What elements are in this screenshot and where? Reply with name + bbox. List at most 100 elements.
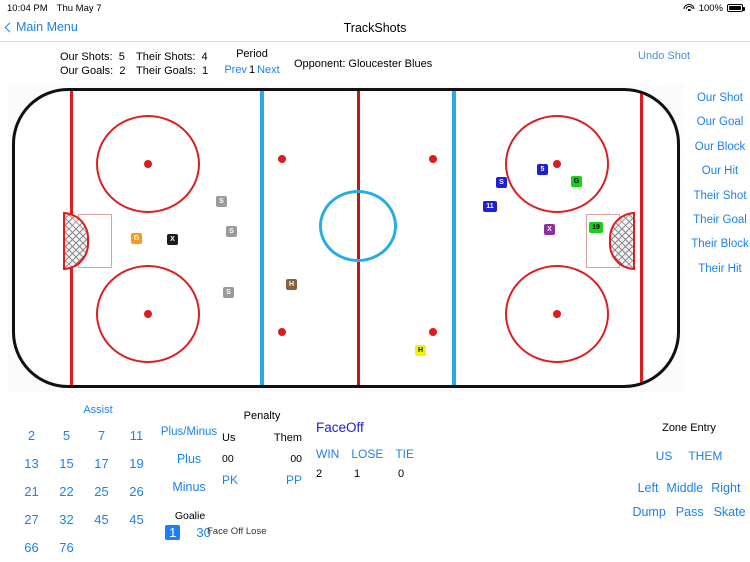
penalty-values: 00 00	[222, 453, 302, 465]
rink-marker-11-10[interactable]: 11	[483, 201, 497, 212]
our-shots-line: Our Shots: 5	[60, 50, 125, 64]
player-number-21[interactable]: 21	[14, 478, 49, 506]
blue-line-right	[452, 91, 456, 385]
status-date: Thu May 7	[56, 2, 102, 14]
period-nav: Prev 1 Next	[222, 63, 282, 77]
player-number-25[interactable]: 25	[84, 478, 119, 506]
rink-marker-s-3[interactable]: S	[226, 226, 237, 237]
player-number-26[interactable]: 26	[119, 478, 154, 506]
period-prev-button[interactable]: Prev	[224, 64, 247, 76]
zone-entry-right-button[interactable]: Right	[711, 481, 740, 495]
penalty-group: Penalty Us Them 00 00 PK PP	[222, 410, 302, 487]
minus-button[interactable]: Minus	[160, 480, 218, 494]
their-shot-button[interactable]: Their Shot	[690, 190, 750, 202]
player-number-15[interactable]: 15	[49, 450, 84, 478]
player-number-45[interactable]: 45	[84, 506, 119, 534]
their-block-button[interactable]: Their Block	[690, 238, 750, 250]
player-number-76[interactable]: 76	[49, 534, 84, 562]
pp-button[interactable]: PP	[286, 473, 302, 487]
their-shots-line: Their Shots: 4	[136, 50, 208, 64]
rink-marker-g-9[interactable]: G	[571, 176, 582, 187]
faceoff-header[interactable]: FaceOff	[316, 420, 436, 435]
our-shots-value: 5	[118, 51, 125, 63]
player-number-32[interactable]: 32	[49, 506, 84, 534]
our-stats: Our Shots: 5 Our Goals: 2	[60, 50, 125, 78]
player-number-row: 21 22 25 26	[14, 478, 154, 506]
rink-marker-s-4[interactable]: S	[223, 287, 234, 298]
assist-header[interactable]: Assist	[80, 404, 116, 416]
faceoff-dot-left-bottom	[144, 310, 152, 318]
zone-entry-skate-button[interactable]: Skate	[714, 505, 746, 519]
faceoff-win-button[interactable]: WIN	[316, 447, 339, 461]
their-goals-value: 1	[202, 65, 209, 77]
rink-container: G X S S S H H S 5 G 11 X 19	[8, 84, 684, 392]
zone-entry-middle-button[interactable]: Middle	[666, 481, 703, 495]
our-block-button[interactable]: Our Block	[690, 141, 750, 153]
player-number-empty	[119, 534, 154, 562]
rink-marker-5-8[interactable]: 5	[537, 164, 548, 175]
zone-entry-left-button[interactable]: Left	[638, 481, 659, 495]
rink-marker-h-6[interactable]: H	[415, 345, 426, 356]
pk-button[interactable]: PK	[222, 473, 238, 487]
their-hit-button[interactable]: Their Hit	[690, 263, 750, 275]
player-number-row: 2 5 7 11	[14, 422, 154, 450]
bottom-panel: Assist 2 5 7 11 13 15 17 19 21 22 25 26 27 32 45 45 66 76…	[0, 398, 750, 562]
zone-entry-team-row: US THEM	[630, 449, 748, 463]
faceoff-tie-value: 0	[398, 468, 405, 480]
plus-minus-header[interactable]: Plus/Minus	[160, 426, 218, 438]
zone-entry-them-button[interactable]: THEM	[688, 449, 722, 463]
rink-marker-x-11[interactable]: X	[544, 224, 555, 235]
app-screen: 10:04 PM Thu May 7 100% Main Menu TrackS…	[0, 0, 750, 562]
battery-percent-label: 100%	[698, 2, 723, 14]
rink-marker-s-7[interactable]: S	[496, 177, 507, 188]
their-goals-label: Their Goals:	[136, 65, 196, 77]
penalty-team-labels: Us Them	[222, 432, 302, 444]
neutral-dot-left-bottom	[278, 328, 286, 336]
our-goal-button[interactable]: Our Goal	[690, 116, 750, 128]
player-number-7[interactable]: 7	[84, 422, 119, 450]
faceoff-values: 2 1 0	[316, 468, 436, 480]
zone-entry-lane-row: Left Middle Right	[630, 481, 748, 495]
faceoff-lose-button[interactable]: LOSE	[351, 447, 383, 461]
their-stats: Their Shots: 4 Their Goals: 1	[136, 50, 208, 78]
faceoff-buttons: WIN LOSE TIE	[316, 447, 436, 461]
zone-entry-us-button[interactable]: US	[656, 449, 673, 463]
neutral-dot-right-bottom	[429, 328, 437, 336]
zone-entry-dump-button[interactable]: Dump	[632, 505, 665, 519]
rink-marker-19-12[interactable]: 19	[589, 222, 603, 233]
player-number-17[interactable]: 17	[84, 450, 119, 478]
our-hit-button[interactable]: Our Hit	[690, 165, 750, 177]
penalty-them-value: 00	[290, 453, 302, 465]
zone-entry-pass-button[interactable]: Pass	[676, 505, 704, 519]
our-goals-line: Our Goals: 2	[60, 64, 125, 78]
player-number-19[interactable]: 19	[119, 450, 154, 478]
blue-line-left	[260, 91, 264, 385]
rink-marker-x-1[interactable]: X	[167, 234, 178, 245]
our-shots-label: Our Shots:	[60, 51, 113, 63]
face-off-lose-label[interactable]: Face Off Lose	[207, 526, 267, 537]
their-goal-button[interactable]: Their Goal	[690, 214, 750, 226]
rink-marker-s-2[interactable]: S	[216, 196, 227, 207]
faceoff-tie-button[interactable]: TIE	[395, 447, 414, 461]
plus-button[interactable]: Plus	[160, 452, 218, 466]
hockey-rink[interactable]: G X S S S H H S 5 G 11 X 19	[12, 88, 680, 388]
our-shot-button[interactable]: Our Shot	[690, 92, 750, 104]
undo-shot-button[interactable]: Undo Shot	[638, 50, 690, 62]
player-number-row: 66 76	[14, 534, 154, 562]
faceoff-dot-right-top	[553, 160, 561, 168]
rink-marker-g-0[interactable]: G	[131, 233, 142, 244]
player-number-13[interactable]: 13	[14, 450, 49, 478]
player-number-22[interactable]: 22	[49, 478, 84, 506]
player-number-66[interactable]: 66	[14, 534, 49, 562]
faceoff-dot-left-top	[144, 160, 152, 168]
player-number-27[interactable]: 27	[14, 506, 49, 534]
rink-marker-h-5[interactable]: H	[286, 279, 297, 290]
player-number-2[interactable]: 2	[14, 422, 49, 450]
period-next-button[interactable]: Next	[257, 64, 280, 76]
player-number-45[interactable]: 45	[119, 506, 154, 534]
player-number-5[interactable]: 5	[49, 422, 84, 450]
goalie-number-1[interactable]: 1	[165, 525, 181, 540]
player-number-grid: 2 5 7 11 13 15 17 19 21 22 25 26 27 32 45 45 66 76	[14, 422, 154, 562]
player-number-11[interactable]: 11	[119, 422, 154, 450]
page-title: TrackShots	[343, 21, 407, 35]
